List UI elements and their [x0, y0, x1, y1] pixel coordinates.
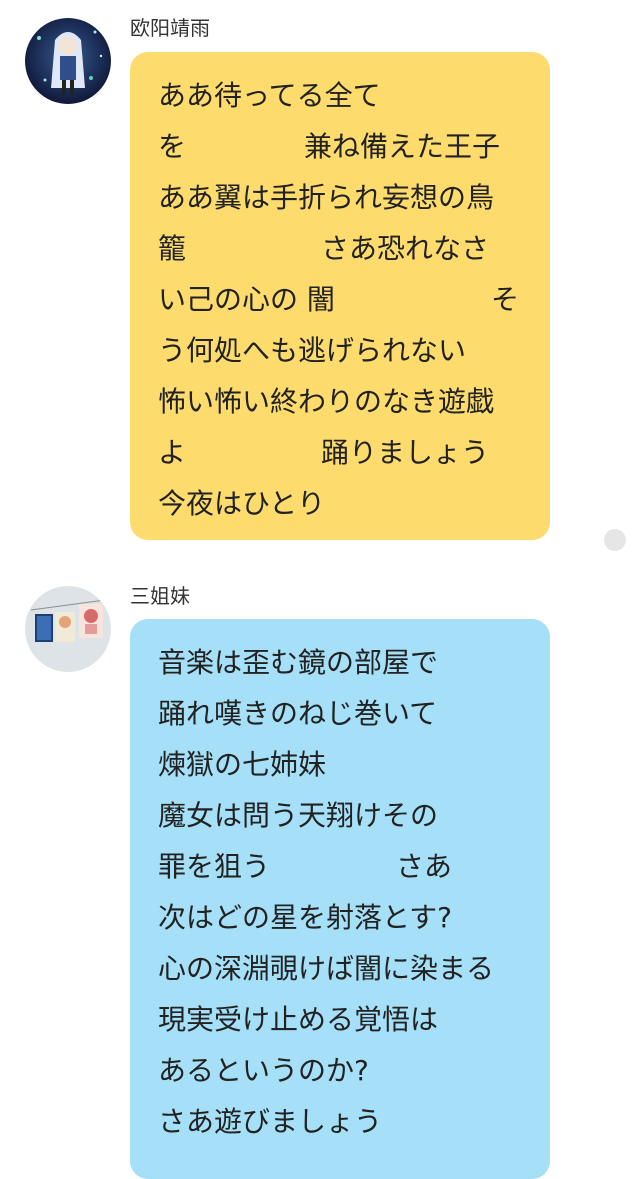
lyric-line: あるというのか?: [158, 1054, 369, 1087]
lyric-line: よ踊りましょう: [158, 436, 490, 469]
avatar-sender-2[interactable]: [25, 586, 111, 672]
sender-name: 欧阳靖雨: [130, 16, 210, 40]
lyric-line: 罪を狙う さあ: [158, 850, 453, 883]
lyric-line: 怖い怖い終わりのなき遊戯: [158, 385, 495, 418]
lyric-line: 心の深淵覗けば闇に染まる: [158, 952, 495, 985]
lyric-line: 煉獄の七姉妹: [158, 748, 327, 781]
lyric-line: 踊れ嘆きのねじ巻いて: [158, 697, 438, 730]
lyric-line: 魔女は問う天翔けその: [158, 799, 439, 832]
lyric-line: い己の心の 闇そ: [158, 283, 520, 316]
lyric-line: う何処へも逃げられない: [158, 334, 467, 367]
lyric-line: を兼ね備えた王子: [158, 130, 501, 163]
lyric-line: 次はどの星を射落とす?: [158, 901, 453, 934]
lyric-line: 音楽は歪む鏡の部屋で: [158, 646, 439, 679]
message-bubble[interactable]: 音楽は歪む鏡の部屋で 踊れ嘆きのねじ巻いて 煉獄の七姉妹 魔女は問う天翔けその …: [130, 619, 550, 1179]
sender-name: 三姐妹: [130, 584, 190, 608]
lyric-line: ああ待ってる全て: [158, 79, 381, 112]
scroll-indicator[interactable]: [604, 529, 626, 551]
avatar-sender-1[interactable]: [25, 18, 111, 104]
lyric-line: 現実受け止める覚悟は: [158, 1003, 439, 1036]
lyric-line: ああ翼は手折られ妄想の鳥: [158, 181, 495, 214]
lyric-line: さあ遊びましょう: [158, 1105, 383, 1138]
message-bubble[interactable]: ああ待ってる全て を兼ね備えた王子 ああ翼は手折られ妄想の鳥 籠さあ恐れなさ い…: [130, 52, 550, 540]
lyric-line: 籠さあ恐れなさ: [158, 232, 490, 265]
lyric-line: 今夜はひとり: [158, 487, 326, 520]
